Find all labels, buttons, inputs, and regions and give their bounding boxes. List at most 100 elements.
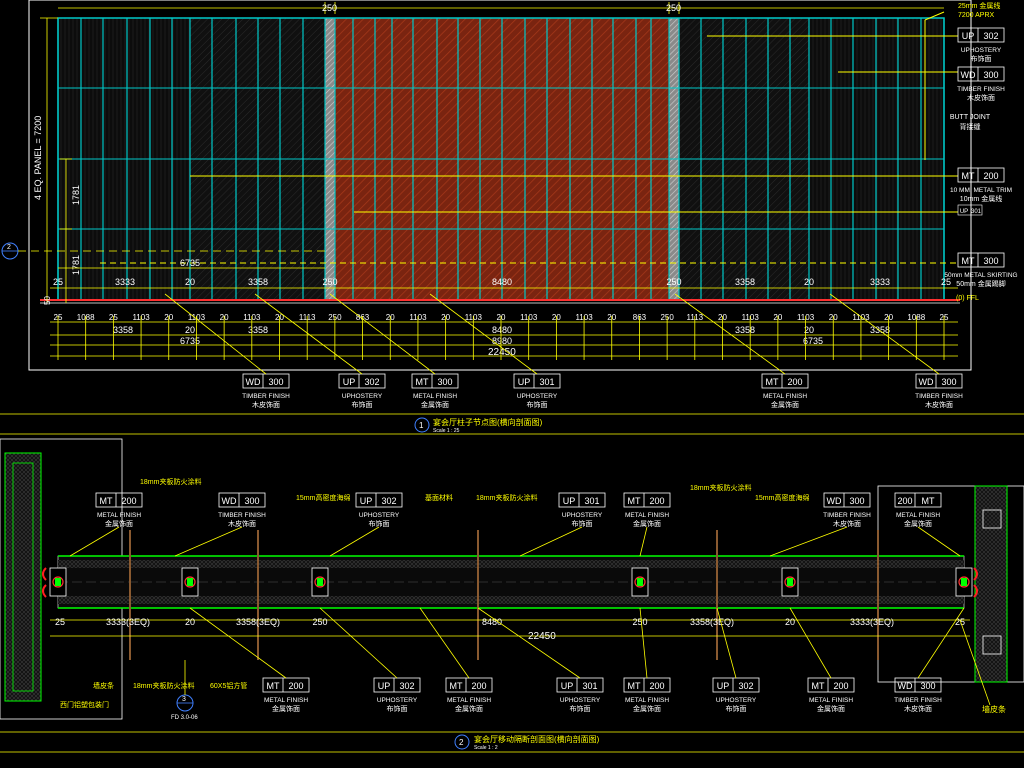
tag-number: 300	[983, 70, 998, 80]
tag-chinese: 木皮饰面	[252, 400, 280, 409]
tag-english: METAL FINISH	[97, 512, 141, 519]
tag-code: UP	[561, 681, 574, 691]
row-dim-label: 8480	[492, 277, 512, 287]
lower-top-tag: WD 300 TIMBER FINISH木皮饰面	[823, 492, 871, 528]
lower-top-tag: WD 300 TIMBER FINISH木皮饰面	[218, 492, 266, 528]
tag-code: MT	[267, 681, 280, 691]
partition-joint	[631, 567, 649, 597]
tag-code: MT	[628, 681, 641, 691]
sum-b-labels: 6735 8980 6735	[180, 336, 823, 346]
lower-bottom-tag: UP 302 UPHOSTERY布饰面	[373, 677, 421, 713]
row-dim-label: 3358	[248, 277, 268, 287]
tag-number: 200	[787, 377, 802, 387]
tag-chinese: 布饰面	[527, 400, 548, 409]
lower-bottom-note: 墙皮条	[93, 681, 114, 690]
tag-english: TIMBER FINISH	[957, 86, 1005, 93]
lower-top-tag: MT 200 METAL FINISH金属饰面	[95, 492, 143, 528]
tag-english: UPHOSTERY	[342, 393, 383, 400]
tag-number: 300	[920, 681, 935, 691]
tag-code: UP	[518, 377, 531, 387]
section-marker-2-num: 2	[7, 244, 11, 251]
tag-code: UP	[343, 377, 356, 387]
lower-dim-label: 3333(3EQ)	[106, 617, 150, 627]
tag-leader	[917, 607, 965, 679]
tag-leader	[639, 526, 648, 557]
tag-english: METAL FINISH	[809, 697, 853, 704]
tag-number: 300	[244, 496, 259, 506]
tag-leader	[769, 526, 848, 557]
tag-leader	[519, 526, 583, 557]
row-dim-label: 250	[666, 277, 681, 287]
tag-english: UPHOSTERY	[961, 47, 1002, 54]
ffl-label: (0) FFL	[956, 295, 979, 302]
upper-total: 22450	[488, 347, 516, 358]
butt-joint-cn: 背接缝	[960, 122, 981, 131]
right-wall-column	[974, 485, 1008, 683]
tag-chinese: 布饰面	[387, 704, 408, 713]
tag-number: 301	[584, 496, 599, 506]
tag-leader	[319, 607, 398, 679]
lower-bottom-tag: MT 200 METAL FINISH金属饰面	[445, 677, 493, 713]
tag-code: UP	[962, 31, 975, 41]
lower-top-notes: 18mm夹板防火涂料 15mm高密度海绵 基面材料 18mm夹板防火涂料 18mm夹板防…	[140, 477, 809, 502]
lower-top-note: 15mm高密度海绵	[296, 493, 350, 502]
tag-code: MT	[416, 377, 429, 387]
tag-number: 300	[437, 377, 452, 387]
lower-dim-label: 250	[632, 617, 647, 627]
lower-top-material-tags: MT 200METAL FINISH金属饰面WD 300TIMBER FINISH木…	[69, 492, 961, 557]
tag-english: UPHOSTERY	[377, 697, 418, 704]
tag-code: MT	[962, 171, 975, 181]
tag-leader	[429, 293, 538, 375]
row-6735-label: 6735	[180, 258, 200, 268]
tag-english: UPHOSTERY	[359, 512, 400, 519]
lower-dim-label: 3358(3EQ)	[690, 617, 734, 627]
tag-number: 200	[121, 496, 136, 506]
sum-a-label: 3358	[870, 325, 890, 335]
tag-chinese: 木皮饰面	[925, 400, 953, 409]
butt-joint-label: BUTT JOINT	[950, 114, 991, 121]
tag-number: 302	[983, 31, 998, 41]
tag-english: METAL FINISH	[763, 393, 807, 400]
partition-joint	[311, 567, 329, 597]
sum-b-label: 8980	[492, 336, 512, 346]
tag-number: 302	[399, 681, 414, 691]
tag-english: TIMBER FINISH	[242, 393, 290, 400]
tag-english: METAL FINISH	[447, 697, 491, 704]
lower-bottom-note: 60X5铝方管	[210, 681, 247, 690]
tag-code: WD	[246, 377, 261, 387]
lower-bottom-material-tags: MT 200METAL FINISH金属饰面UP 302UPHOSTERY布饰面MT…	[189, 607, 965, 713]
lower-top-tag: 200 MT METAL FINISH金属饰面	[894, 492, 942, 528]
right-tag: UP 302 UPHOSTERY布饰面	[957, 27, 1005, 63]
row-dim-label: 3333	[870, 277, 890, 287]
tag-english: METAL FINISH	[896, 512, 940, 519]
partition-joint	[781, 567, 799, 597]
right-wall-note: 墙皮条	[982, 704, 1006, 714]
top-dim-right: 250	[666, 3, 681, 13]
tag-number: 200	[288, 681, 303, 691]
left-dim-b: 1781	[71, 255, 81, 275]
tag-english: UPHOSTERY	[517, 393, 558, 400]
tag-number: 200	[833, 681, 848, 691]
tag-number: 302	[381, 496, 396, 506]
tag-english: TIMBER FINISH	[218, 512, 266, 519]
lower-dim-label: 250	[312, 617, 327, 627]
tag-english: TIMBER FINISH	[823, 512, 871, 519]
tag-number: 300	[983, 256, 998, 266]
tag-chinese: 金属饰面	[455, 704, 483, 713]
tag-code: 200	[897, 496, 912, 506]
upper-scale: Scale 1 : 25	[433, 428, 460, 434]
lower-top-note: 18mm夹板防火涂料	[690, 483, 751, 492]
tag-code: WD	[898, 681, 913, 691]
sum-a-labels: 3358 20 3358 8480 3358 20 3358	[113, 325, 890, 335]
tag-english: TIMBER FINISH	[894, 697, 942, 704]
tag-leader	[674, 293, 786, 375]
top-right-note-2: 7200 APRX	[958, 12, 995, 19]
tag-english: TIMBER FINISH	[915, 393, 963, 400]
top-dimension-line	[58, 2, 944, 14]
lower-top-note: 基面材料	[425, 493, 453, 502]
tag-code: MT	[450, 681, 463, 691]
lower-section: 25 3333(3EQ) 20 3358(3EQ) 250 8480 250 3358(3EQ…	[0, 438, 1024, 753]
tag-number: 301	[539, 377, 554, 387]
tag-code: UP	[960, 209, 968, 215]
partition-joint	[49, 567, 67, 597]
